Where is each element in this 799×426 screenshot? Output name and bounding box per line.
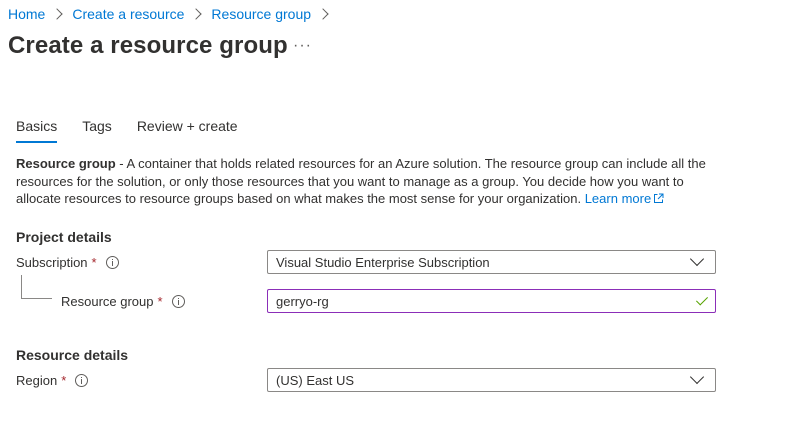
info-icon[interactable] (171, 295, 185, 308)
region-value: (US) East US (276, 372, 355, 388)
breadcrumb-home[interactable]: Home (8, 6, 45, 22)
tab-bar: Basics Tags Review + create (16, 118, 263, 143)
chevron-down-icon (689, 369, 705, 385)
info-icon[interactable] (75, 374, 89, 387)
region-label: Region * (16, 373, 89, 388)
breadcrumb-resource-group[interactable]: Resource group (211, 6, 311, 22)
resource-group-label-text: Resource group (61, 294, 154, 309)
info-icon[interactable] (105, 256, 119, 269)
resource-group-label: Resource group * (61, 294, 185, 309)
description-term: Resource group (16, 156, 116, 171)
subscription-dropdown[interactable]: Visual Studio Enterprise Subscription (267, 250, 716, 274)
breadcrumb: Home Create a resource Resource group (8, 5, 338, 23)
description: Resource group - A container that holds … (16, 155, 716, 208)
subscription-label: Subscription * (16, 255, 119, 270)
region-label-text: Region (16, 373, 58, 388)
required-marker: * (91, 255, 97, 270)
chevron-down-icon (689, 251, 705, 267)
required-marker: * (61, 373, 67, 388)
region-dropdown[interactable]: (US) East US (267, 368, 716, 392)
tab-review-create[interactable]: Review + create (137, 118, 238, 143)
external-link-icon (654, 193, 664, 203)
project-details-heading: Project details (16, 229, 112, 245)
chevron-right-icon (317, 8, 329, 20)
tree-connector (21, 275, 52, 299)
resource-group-input[interactable] (276, 291, 699, 311)
resource-group-input-box[interactable] (267, 289, 716, 313)
tab-tags[interactable]: Tags (82, 118, 112, 143)
subscription-value: Visual Studio Enterprise Subscription (276, 254, 490, 270)
required-marker: * (157, 294, 163, 309)
subscription-label-text: Subscription (16, 255, 88, 270)
resource-details-heading: Resource details (16, 347, 129, 363)
page-title: Create a resource group (8, 32, 288, 59)
tab-basics[interactable]: Basics (16, 118, 58, 143)
chevron-right-icon (190, 8, 203, 20)
learn-more-link[interactable]: Learn more (585, 191, 664, 206)
chevron-right-icon (51, 8, 64, 20)
learn-more-label: Learn more (584, 191, 652, 206)
breadcrumb-create-a-resource[interactable]: Create a resource (72, 6, 184, 22)
more-options-button[interactable]: ··· (293, 37, 312, 55)
